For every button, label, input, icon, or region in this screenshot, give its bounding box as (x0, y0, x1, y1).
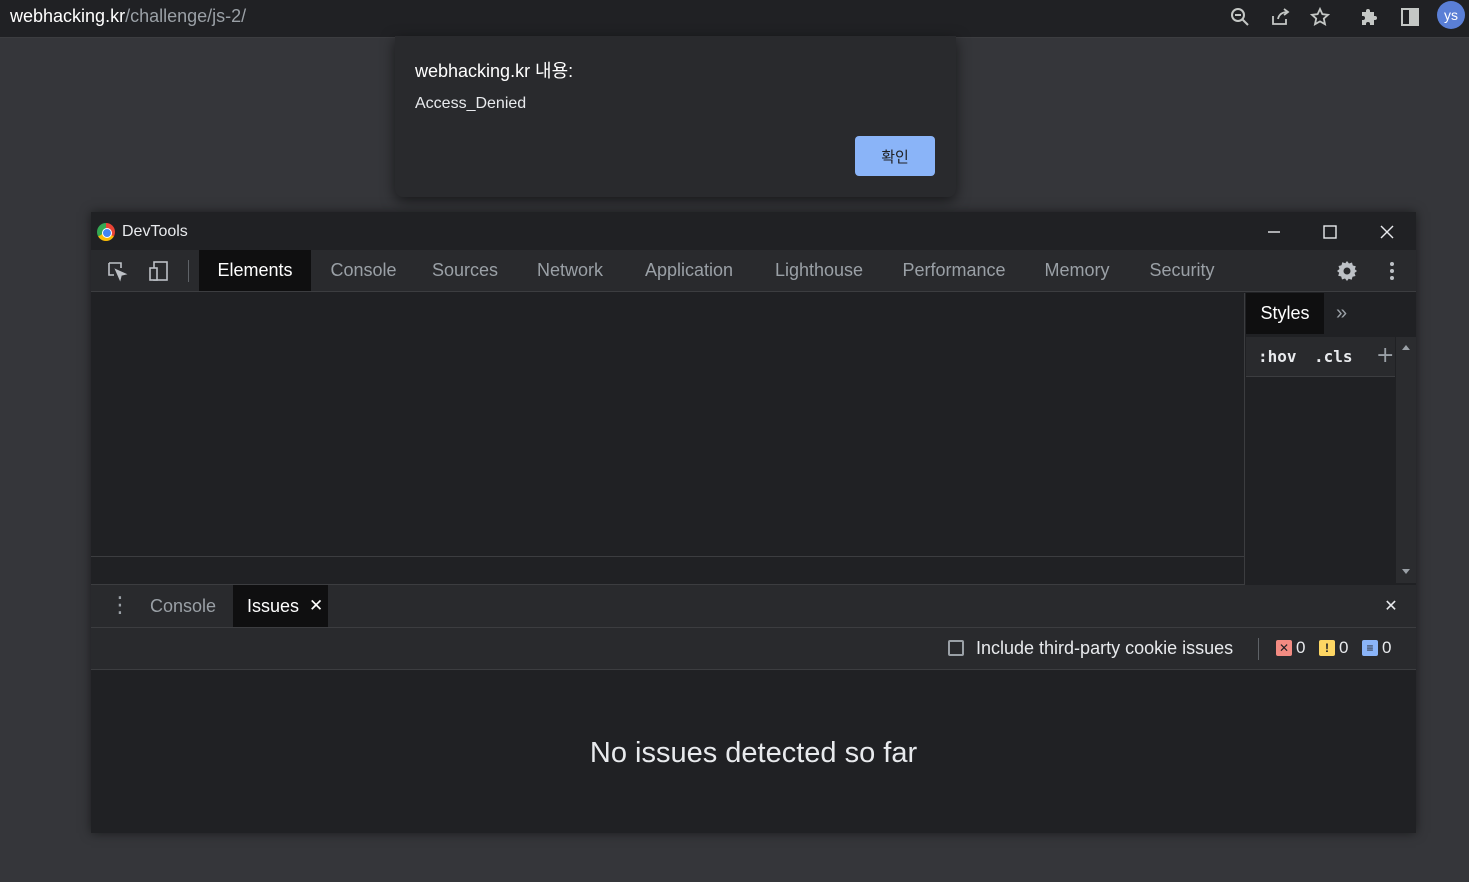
close-drawer-icon[interactable]: ✕ (1379, 594, 1403, 618)
styles-toolbar: :hov .cls + (1246, 337, 1395, 377)
warning-count-value: 0 (1339, 638, 1349, 657)
alert-dialog: webhacking.kr 내용: Access_Denied 확인 (395, 36, 956, 197)
warning-icon: ! (1319, 640, 1335, 656)
devtools-titlebar: DevTools (91, 212, 1416, 250)
warning-count[interactable]: ! 0 (1319, 638, 1348, 658)
issues-toolbar: Include third-party cookie issues ✕ 0 ! … (91, 628, 1416, 670)
tab-console[interactable]: Console (320, 250, 407, 291)
third-party-cookie-label: Include third-party cookie issues (976, 638, 1234, 658)
toolbar-divider (188, 260, 189, 282)
new-style-rule-icon[interactable]: + (1376, 343, 1394, 368)
profile-avatar[interactable]: ys (1437, 1, 1465, 29)
settings-gear-icon[interactable] (1334, 259, 1360, 283)
devtools-title: DevTools (122, 223, 188, 240)
tab-sources[interactable]: Sources (421, 250, 509, 291)
info-message-icon: ≡ (1362, 640, 1378, 656)
maximize-icon[interactable] (1318, 220, 1342, 244)
drawer-tab-issues-label: Issues (247, 595, 300, 616)
drawer-tab-issues[interactable]: Issues ✕ (233, 585, 328, 627)
info-count[interactable]: ≡ 0 (1362, 638, 1391, 658)
tab-styles[interactable]: Styles (1246, 293, 1324, 334)
close-tab-icon[interactable]: ✕ (309, 596, 323, 616)
star-icon[interactable] (1307, 4, 1333, 30)
devtools-tabbar: Elements Console Sources Network Applica… (91, 250, 1416, 292)
elements-panel[interactable] (91, 293, 1244, 557)
side-panel-icon[interactable] (1397, 4, 1423, 30)
drawer-tabbar: ⋮ Console Issues ✕ ✕ (91, 585, 1416, 628)
issues-panel: No issues detected so far (91, 671, 1416, 833)
address-bar[interactable]: webhacking.kr/challenge/js-2/ (10, 5, 246, 27)
device-toolbar-icon[interactable] (146, 259, 172, 283)
error-count[interactable]: ✕ 0 (1276, 638, 1305, 658)
tab-network[interactable]: Network (524, 250, 616, 291)
tab-application[interactable]: Application (631, 250, 747, 291)
zoom-icon[interactable] (1227, 4, 1253, 30)
tab-performance[interactable]: Performance (891, 250, 1017, 291)
tab-security[interactable]: Security (1138, 250, 1226, 291)
toolbar-divider (1258, 638, 1259, 660)
drawer-menu-icon[interactable]: ⋮ (109, 594, 131, 616)
third-party-cookie-checkbox[interactable] (948, 640, 964, 656)
tab-elements[interactable]: Elements (199, 250, 311, 291)
chrome-logo-icon (97, 223, 115, 241)
drawer-tab-console-label: Console (150, 595, 217, 616)
close-window-icon[interactable] (1375, 220, 1399, 244)
browser-toolbar: webhacking.kr/challenge/js-2/ ys (0, 0, 1469, 38)
info-count-value: 0 (1382, 638, 1392, 657)
hov-toggle[interactable]: :hov (1258, 347, 1297, 366)
cls-toggle[interactable]: .cls (1314, 347, 1353, 366)
error-icon: ✕ (1276, 640, 1292, 656)
tab-lighthouse[interactable]: Lighthouse (763, 250, 875, 291)
empty-state-message: No issues detected so far (589, 737, 918, 769)
more-tabs-chevron-icon[interactable]: » (1336, 302, 1347, 325)
error-count-value: 0 (1296, 638, 1306, 657)
extensions-icon[interactable] (1357, 4, 1383, 30)
share-icon[interactable] (1267, 4, 1293, 30)
devtools-window: DevTools Elements Console Sources Networ… (91, 212, 1416, 833)
styles-sidebar: Styles » :hov .cls + (1244, 293, 1416, 585)
scroll-down-arrow-icon[interactable] (1402, 569, 1410, 574)
alert-message: Access_Denied (415, 95, 527, 112)
url-host: webhacking.kr (10, 6, 126, 26)
styles-scrollbar[interactable] (1396, 337, 1416, 583)
ok-button[interactable]: 확인 (855, 136, 935, 176)
inspect-element-icon[interactable] (104, 259, 130, 283)
alert-title: webhacking.kr 내용: (415, 61, 574, 81)
tab-memory[interactable]: Memory (1031, 250, 1123, 291)
breadcrumb-bar (91, 558, 1244, 585)
more-options-icon[interactable] (1379, 259, 1405, 283)
url-path: /challenge/js-2/ (125, 6, 247, 26)
minimize-icon[interactable] (1262, 220, 1286, 244)
scroll-up-arrow-icon[interactable] (1402, 345, 1410, 350)
